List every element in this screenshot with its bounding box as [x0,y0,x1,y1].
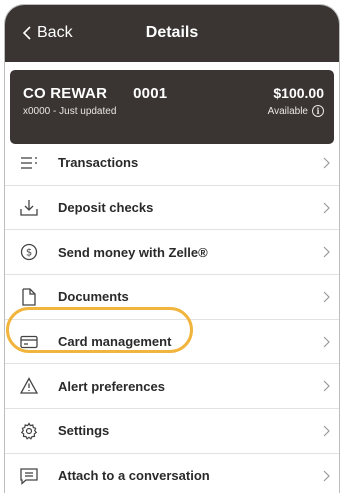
chevron-right-icon [323,246,330,258]
menu-item-label: Send money with Zelle® [58,244,208,260]
gear-icon [19,421,39,441]
warning-icon [19,376,39,396]
header-bar: Back Details [5,5,339,62]
account-balance: $100.00 [273,85,324,101]
available-label: Available [267,105,308,117]
menu-item-label: Documents [58,289,129,305]
account-summary-card: CO REWAR 0001 x0000 - Just updated $100.0… [10,70,334,144]
chevron-right-icon [323,336,330,348]
chevron-right-icon [323,425,330,437]
chevron-right-icon [323,470,330,482]
menu-item-attach-conversation[interactable]: Attach to a conversation [5,454,339,493]
page-title: Details [145,24,199,41]
available-row: Available i [268,105,324,117]
menu-item-label: Alert preferences [58,378,165,394]
menu-item-transactions[interactable]: Transactions [5,141,339,186]
chevron-right-icon [323,291,330,303]
card-icon [19,332,39,352]
account-subtitle: x0000 - Just updated [23,106,117,117]
menu-item-send-money-zelle[interactable]: $ Send money with Zelle® [5,230,339,276]
chevron-right-icon [323,157,330,169]
menu-item-card-management[interactable]: Card management [5,320,339,365]
chevron-right-icon [323,202,330,213]
account-number: 0001 [133,85,168,102]
svg-text:$: $ [26,248,32,259]
menu-item-label: Card management [58,334,172,350]
account-name: CO REWAR [23,85,108,102]
menu-item-deposit-checks[interactable]: Deposit checks [5,186,339,231]
menu-item-label: Deposit checks [58,200,154,216]
document-icon [19,287,39,307]
phone-frame: Back Details CO REWAR 0001 x0000 - Just u… [4,4,340,493]
info-icon[interactable]: i [312,105,324,117]
deposit-icon [19,198,39,218]
account-name-row: CO REWAR 0001 [23,85,167,102]
chevron-right-icon [323,380,330,392]
menu-item-alert-preferences[interactable]: Alert preferences [5,364,339,410]
chat-icon [19,466,39,486]
menu-item-label: Attach to a conversation [58,468,210,484]
menu-item-documents[interactable]: Documents [5,275,339,320]
menu-item-settings[interactable]: Settings [5,409,339,454]
menu-item-label: Settings [58,423,110,439]
transactions-icon [19,153,39,173]
menu-item-label: Transactions [58,155,139,171]
details-menu: Transactions Deposit checks $ Send money… [5,141,339,493]
dollar-circle-icon: $ [19,242,39,262]
